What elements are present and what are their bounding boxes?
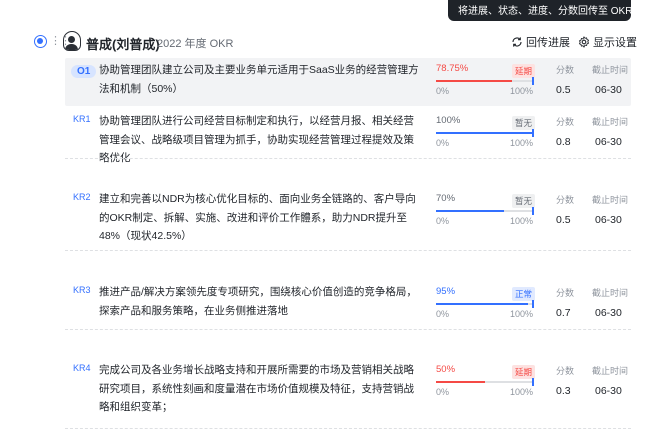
deadline-value[interactable]: 06-30 [595,136,622,148]
row-divider [65,158,631,159]
progress-percent[interactable]: 50% [436,364,455,375]
score-value[interactable]: 0.8 [556,136,571,148]
progress-bar[interactable] [436,80,533,82]
row-divider [65,329,631,330]
progress-max-label: 100% [510,138,534,148]
deadline-value[interactable]: 06-30 [595,214,622,226]
progress-percent[interactable]: 70% [436,193,455,204]
progress-handle[interactable] [532,77,534,85]
progress-percent[interactable]: 78.75% [436,63,468,74]
avatar-icon [63,31,81,51]
okr-header: ⋮⋮ 普成(刘普成) 2022 年度 OKR 回传进展 显示设置 [0,26,665,58]
row-divider [65,250,631,251]
score-column-header: 分数 [556,195,575,205]
progress-handle[interactable] [532,129,534,137]
score-value[interactable]: 0.5 [556,84,571,96]
progress-handle[interactable] [532,300,534,308]
score-column-header: 分数 [556,366,575,376]
progress-bar-fill [436,303,529,305]
progress-max-label: 100% [510,216,534,226]
progress-bar[interactable] [436,381,533,383]
status-badge[interactable]: 暂无 [512,194,536,208]
collapse-icon[interactable] [34,35,47,48]
progress-handle[interactable] [532,378,534,386]
kr-tag: KR1 [73,114,91,124]
progress-min-label: 0% [436,138,450,148]
progress-percent[interactable]: 95% [436,286,455,297]
gear-icon [578,36,590,48]
progress-min-label: 0% [436,309,450,319]
progress-bar[interactable] [436,210,533,212]
deadline-value[interactable]: 06-30 [595,307,622,319]
score-column-header: 分数 [556,117,575,127]
kr-tag: KR4 [73,363,91,373]
deadline-value[interactable]: 06-30 [595,385,622,397]
deadline-column-header: 截止时间 [592,195,629,205]
score-value[interactable]: 0.5 [556,214,571,226]
kr-tag: KR2 [73,192,91,202]
kr-title[interactable]: 协助管理团队进行公司经营目标制定和执行，以经营月报、相关经营管理会议、战略级项目… [99,112,419,168]
deadline-column-header: 截止时间 [592,288,629,298]
deadline-value[interactable]: 06-30 [595,84,622,96]
score-column-header: 分数 [556,65,575,75]
status-badge[interactable]: 暂无 [512,116,536,130]
progress-bar[interactable] [436,132,533,134]
objective-title[interactable]: 协助管理团队建立公司及主要业务单元适用于SaaS业务的经营管理方法和机制（50%… [99,61,419,98]
score-value[interactable]: 0.7 [556,307,571,319]
key-result-row[interactable]: KR3 推进产品/解决方案领先度专项研究，围绕核心价值创造的竞争格局，探索产品和服… [65,281,631,327]
kr-title[interactable]: 建立和完善以NDR为核心优化目标的、面向业务全链路的、客户导向的OKR制定、拆解… [99,190,419,246]
display-settings-button[interactable]: 显示设置 [578,34,637,50]
deadline-column-header: 截止时间 [592,366,629,376]
progress-max-label: 100% [510,387,534,397]
display-settings-label: 显示设置 [593,37,637,49]
score-value[interactable]: 0.3 [556,385,571,397]
progress-max-label: 100% [510,86,534,96]
key-result-row[interactable]: KR2 建立和完善以NDR为核心优化目标的、面向业务全链路的、客户导向的OKR制定… [65,188,631,250]
status-badge[interactable]: 延期 [512,365,536,379]
objective-row[interactable]: O1 协助管理团队建立公司及主要业务单元适用于SaaS业务的经营管理方法和机制（5… [65,58,631,106]
progress-max-label: 100% [510,309,534,319]
progress-bar-fill [436,80,513,82]
owner-name[interactable]: 普成(刘普成) [86,34,160,53]
progress-bar[interactable] [436,303,533,305]
key-result-row[interactable]: KR4 完成公司及各业务增长战略支持和开展所需要的市场及营销相关战略研究项目，系统… [65,359,631,423]
objective-tag: O1 [71,65,97,78]
kr-tag: KR3 [73,285,91,295]
status-badge[interactable]: 延期 [512,64,536,78]
status-badge[interactable]: 正常 [512,287,536,301]
progress-handle[interactable] [532,207,534,215]
sync-progress-label: 回传进展 [526,37,570,49]
sync-icon [512,37,522,47]
okr-period: 2022 年度 OKR [157,38,234,50]
deadline-column-header: 截止时间 [592,65,629,75]
key-result-row[interactable]: KR1 协助管理团队进行公司经营目标制定和执行，以经营月报、相关经营管理会议、战略… [65,110,631,164]
progress-min-label: 0% [436,86,450,96]
deadline-column-header: 截止时间 [592,117,629,127]
progress-bar-fill [436,132,533,134]
score-column-header: 分数 [556,288,575,298]
progress-bar-fill [436,210,504,212]
sync-tooltip: 将进展、状态、进度、分数回传至 OKR 系统 [448,0,631,21]
progress-bar-fill [436,381,485,383]
progress-min-label: 0% [436,387,450,397]
progress-percent[interactable]: 100% [436,115,460,126]
kr-title[interactable]: 完成公司及各业务增长战略支持和开展所需要的市场及营销相关战略研究项目，系统性刻画… [99,361,419,417]
sync-progress-button[interactable]: 回传进展 [511,34,570,50]
row-divider [65,428,631,429]
kr-title[interactable]: 推进产品/解决方案领先度专项研究，围绕核心价值创造的竞争格局，探索产品和服务策略… [99,283,419,320]
progress-min-label: 0% [436,216,450,226]
